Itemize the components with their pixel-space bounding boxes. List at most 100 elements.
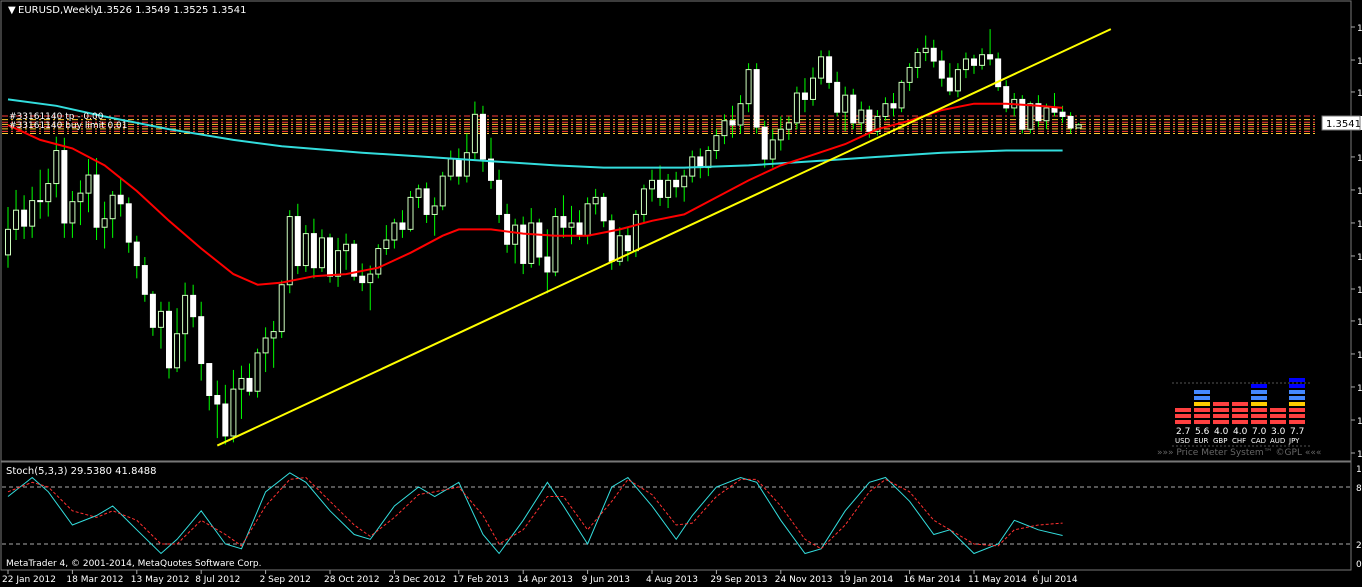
bull-candle[interactable] [53,150,60,185]
bear-candle[interactable] [1051,107,1058,113]
bear-candle[interactable] [359,275,366,284]
bull-candle[interactable] [713,135,720,152]
bear-candle[interactable] [890,103,897,109]
bear-candle[interactable] [657,179,664,198]
bull-candle[interactable] [737,103,744,126]
bull-candle[interactable] [979,54,986,66]
bull-candle[interactable] [278,284,285,333]
bull-candle[interactable] [858,109,865,124]
bear-candle[interactable] [560,216,567,228]
bull-candle[interactable] [335,250,342,277]
bear-candle[interactable] [198,316,205,365]
bull-candle[interactable] [238,377,245,390]
bull-candle[interactable] [842,94,849,113]
bear-candle[interactable] [190,294,197,318]
bear-candle[interactable] [544,256,551,273]
bear-candle[interactable] [222,403,229,437]
bear-candle[interactable] [938,60,945,79]
bear-candle[interactable] [520,224,527,264]
bull-candle[interactable] [681,175,688,188]
bear-candle[interactable] [1059,111,1066,117]
bear-candle[interactable] [423,188,430,215]
bear-candle[interactable] [834,81,841,113]
bear-candle[interactable] [866,109,873,132]
bull-candle[interactable] [552,216,559,273]
bear-candle[interactable] [753,69,760,128]
bear-candle[interactable] [21,209,28,227]
bear-candle[interactable] [850,94,857,124]
bull-candle[interactable] [254,352,261,392]
bear-candle[interactable] [801,92,808,100]
bear-candle[interactable] [496,179,503,215]
bull-candle[interactable] [447,158,454,177]
bull-candle[interactable] [665,179,672,198]
bull-candle[interactable] [882,103,889,117]
bear-candle[interactable] [930,47,937,62]
bull-candle[interactable] [777,128,784,141]
bull-candle[interactable] [85,174,92,194]
bull-candle[interactable] [1075,124,1082,129]
bull-candle[interactable] [906,66,913,83]
bull-candle[interactable] [383,239,390,250]
bull-candle[interactable] [286,216,293,286]
bull-candle[interactable] [922,47,929,54]
bull-candle[interactable] [77,192,84,203]
bull-candle[interactable] [793,92,800,124]
bear-candle[interactable] [729,120,736,126]
bear-candle[interactable] [946,77,953,92]
bull-candle[interactable] [182,294,189,335]
bull-candle[interactable] [584,203,591,237]
bear-candle[interactable] [117,194,124,205]
trade-label-buy-limit[interactable]: #33161140 buy limit 0.01 [9,121,128,131]
bear-candle[interactable] [600,196,607,222]
bull-candle[interactable] [1043,107,1050,122]
collapse-triangle-icon[interactable]: ▼ [8,5,16,16]
bull-candle[interactable] [471,113,478,154]
bear-candle[interactable] [697,156,704,169]
bull-candle[interactable] [415,188,422,198]
bull-candle[interactable] [270,331,277,339]
bull-candle[interactable] [439,175,446,207]
bull-candle[interactable] [962,58,969,71]
bull-candle[interactable] [109,194,116,220]
bull-candle[interactable] [407,196,414,230]
bull-candle[interactable] [13,209,20,230]
bull-candle[interactable] [367,273,374,284]
bear-candle[interactable] [327,237,333,277]
bull-candle[interactable] [769,139,776,160]
bull-candle[interactable] [174,333,181,369]
bull-candle[interactable] [640,188,647,215]
bear-candle[interactable] [149,293,156,328]
bull-candle[interactable] [69,201,76,224]
bull-candle[interactable] [302,233,309,267]
bear-candle[interactable] [971,58,977,66]
bull-candle[interactable] [649,179,655,190]
bull-candle[interactable] [632,213,639,252]
bull-candle[interactable] [512,224,519,245]
bull-candle[interactable] [745,69,752,105]
bear-candle[interactable] [624,235,631,252]
bull-candle[interactable] [375,248,382,275]
bull-candle[interactable] [318,237,325,269]
bull-candle[interactable] [914,52,921,68]
bull-candle[interactable] [785,122,792,130]
bear-candle[interactable] [93,174,100,228]
bull-candle[interactable] [391,222,398,241]
bear-candle[interactable] [310,233,317,269]
bear-candle[interactable] [576,222,583,237]
bear-candle[interactable] [206,363,213,396]
bull-candle[interactable] [343,243,350,252]
bull-candle[interactable] [431,205,438,215]
bear-candle[interactable] [1067,115,1074,129]
bull-candle[interactable] [721,120,728,137]
bull-candle[interactable] [528,222,535,264]
bull-candle[interactable] [157,310,164,328]
bull-candle[interactable] [45,183,52,203]
bear-candle[interactable] [761,126,768,160]
bull-candle[interactable] [810,77,816,100]
bull-candle[interactable] [818,56,825,79]
bull-candle[interactable] [101,218,108,228]
bull-candle[interactable] [954,69,961,92]
bear-candle[interactable] [987,54,994,60]
bull-candle[interactable] [5,228,11,256]
